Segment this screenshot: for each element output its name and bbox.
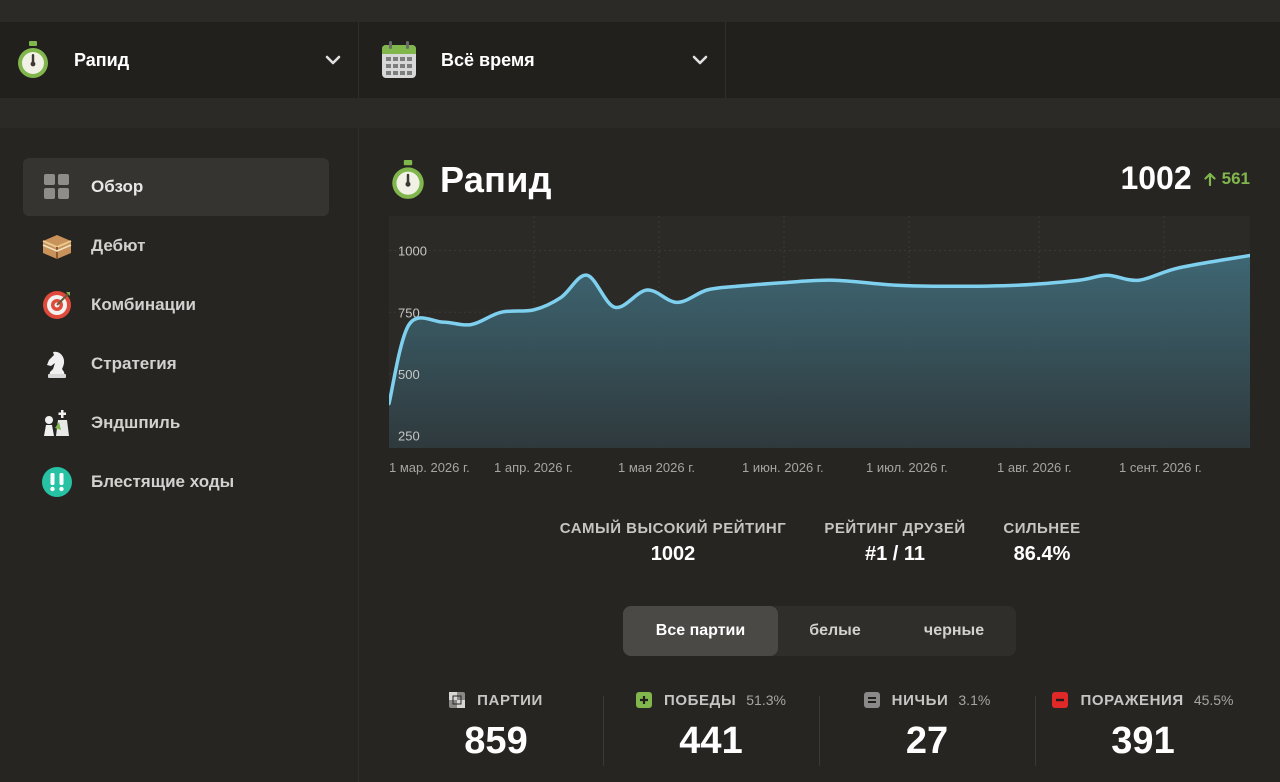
sidebar-item-label: Дебют [91,236,146,255]
arrow-up-icon [1204,172,1216,186]
x-tick-label: 1 июл. 2026 г. [866,460,948,475]
percentile-value: 86.4% [1013,543,1071,565]
period-label: Всё время [441,49,535,70]
highest-rating-value: 1002 [650,543,696,565]
x-tick-label: 1 июн. 2026 г. [742,460,824,475]
sub-bar [0,98,1280,128]
sidebar-item-opening[interactable]: Дебют [23,217,329,275]
stats-row: САМЫЙ ВЫСОКИЙ РЕЙТИНГ 1002 РЕЙТИНГ ДРУЗЕ… [360,520,1280,580]
wins-label: ПОБЕДЫ [664,691,737,709]
board-icon [449,692,466,708]
sidebar-item-label: Блестящие ходы [91,472,235,491]
minus-icon [1052,692,1069,708]
rating-delta-value: 561 [1221,168,1250,188]
sidebar-item-label: Обзор [91,177,144,196]
brilliant-icon [41,466,73,498]
calendar-icon [382,41,416,78]
sidebar-item-endgame[interactable]: Эндшпиль [23,394,329,452]
sidebar-item-overview[interactable]: Обзор [23,158,329,216]
rating-delta: 561 [1204,169,1250,189]
stopwatch-icon [18,41,48,78]
tab-white[interactable]: белые [778,606,892,656]
wins-count: ПОБЕДЫ 51.3% 441 [604,688,818,768]
main-panel: Рапид 1002 561 1000 750 500 250 1 мар. 2026… [360,128,1280,782]
chevron-down-icon [325,55,341,65]
tab-black[interactable]: черные [892,606,1016,656]
top-strip [0,0,1280,22]
y-tick-label: 500 [398,367,420,382]
highest-rating-label: САМЫЙ ВЫСОКИЙ РЕЙТИНГ [559,520,787,537]
period-dropdown[interactable]: Всё время [359,22,726,98]
results-counts: ПАРТИИ 859 ПОБЕДЫ 51.3% 441 НИЧЬИ 3.1% 2… [360,688,1280,768]
y-tick-label: 250 [398,429,420,444]
draws-label: НИЧЬИ [891,691,949,709]
book-icon [41,230,73,262]
chart-x-axis: 1 мар. 2026 г. 1 апр. 2026 г. 1 мая 2026 г… [360,460,1280,480]
rating-value: 1002 [1120,160,1192,196]
page-title-row: Рапид [390,156,552,204]
stopwatch-icon [392,160,424,199]
losses-value: 391 [1111,720,1175,762]
losses-label: ПОРАЖЕНИЯ [1080,691,1184,709]
draws-percent: 3.1% [958,692,991,708]
games-label: ПАРТИИ [477,691,543,709]
game-type-label: Рапид [74,49,130,70]
x-tick-label: 1 сент. 2026 г. [1119,460,1202,475]
losses-count: ПОРАЖЕНИЯ 45.5% 391 [1036,688,1250,768]
losses-percent: 45.5% [1193,692,1234,708]
sidebar-item-brilliant-moves[interactable]: Блестящие ходы [23,453,329,511]
filter-bar: Рапид Всё время [0,22,1280,98]
rating-chart: 1000750500250 [389,216,1250,448]
equals-icon [863,692,880,708]
sidebar-item-label: Стратегия [91,354,177,373]
plus-icon [636,692,653,708]
wins-percent: 51.3% [746,692,786,708]
king-pawn-icon [41,407,73,439]
color-filter-segmented: Все партии белые черные [623,606,1016,656]
y-tick-label: 1000 [398,244,427,259]
sidebar-item-strategy[interactable]: Стратегия [23,335,329,393]
x-tick-label: 1 мар. 2026 г. [389,460,470,475]
percentile-label: СИЛЬНЕЕ [1003,520,1081,537]
target-icon [41,289,73,321]
games-count: ПАРТИИ 859 [390,688,602,768]
game-type-dropdown[interactable]: Рапид [0,22,359,98]
tab-all-games[interactable]: Все партии [623,606,778,656]
x-tick-label: 1 апр. 2026 г. [494,460,573,475]
chevron-down-icon [692,55,708,65]
wins-value: 441 [679,720,743,762]
draws-value: 27 [905,720,949,762]
draws-count: НИЧЬИ 3.1% 27 [820,688,1034,768]
grid-icon [41,171,73,203]
x-tick-label: 1 мая 2026 г. [618,460,695,475]
sidebar-item-label: Эндшпиль [91,413,181,432]
games-value: 859 [464,720,528,762]
friends-rating-stat: РЕЙТИНГ ДРУЗЕЙ #1 / 11 [818,520,972,566]
current-rating: 1002 561 [1120,160,1250,197]
sidebar-item-label: Комбинации [91,295,196,314]
knight-icon [41,348,73,380]
friends-rating-value: #1 / 11 [864,543,926,565]
x-tick-label: 1 авг. 2026 г. [997,460,1072,475]
sidebar-item-tactics[interactable]: Комбинации [23,276,329,334]
page-title: Рапид [440,159,552,200]
highest-rating-stat: САМЫЙ ВЫСОКИЙ РЕЙТИНГ 1002 [558,520,788,566]
sidebar: Обзор Дебют Комбинации Стратегия Эндшпил… [0,128,359,782]
friends-rating-label: РЕЙТИНГ ДРУЗЕЙ [824,520,966,537]
percentile-stat: СИЛЬНЕЕ 86.4% [996,520,1088,566]
